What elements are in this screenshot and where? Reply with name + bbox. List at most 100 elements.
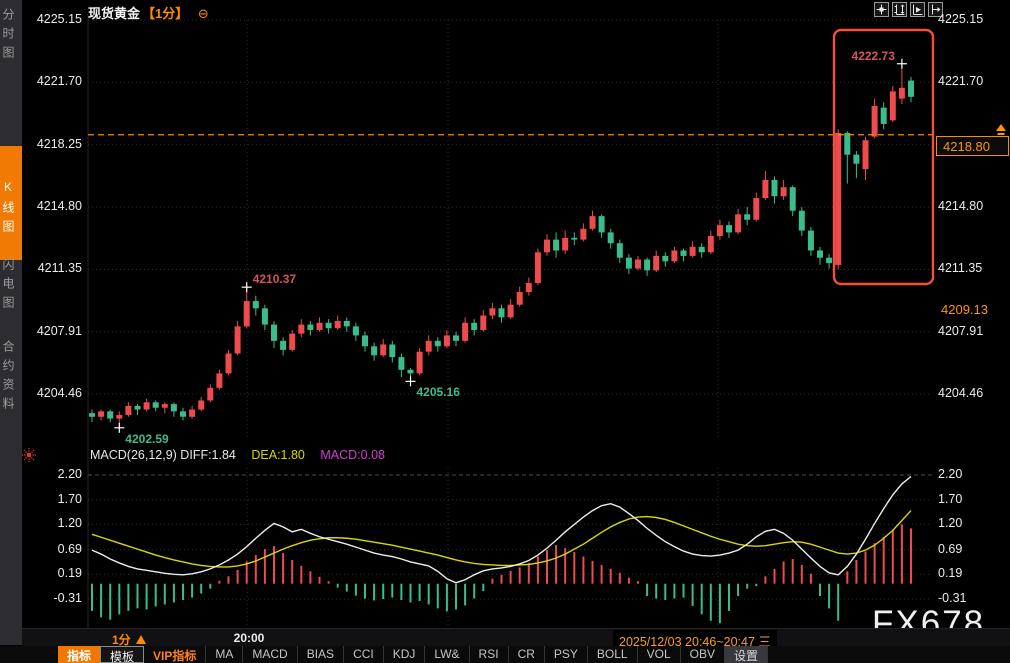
- footer-tab-8[interactable]: LW&: [425, 646, 469, 663]
- collapse-icon[interactable]: ⊖: [198, 6, 209, 21]
- candle-body: [644, 260, 650, 271]
- footer-tab-6[interactable]: CCI: [344, 646, 384, 663]
- candle-body: [890, 91, 896, 120]
- candle-body: [235, 326, 241, 353]
- candle-body: [881, 108, 887, 124]
- price-axis-label: 4221.70: [938, 74, 983, 88]
- candle-body: [244, 301, 250, 326]
- candle-body: [571, 238, 577, 240]
- footer-tab-3[interactable]: MA: [206, 646, 243, 663]
- footer-tab-5[interactable]: BIAS: [298, 646, 344, 663]
- price-axis-label: 4211.35: [938, 261, 982, 275]
- macd-dea-value: DEA:1.80: [251, 448, 305, 462]
- candle-body: [389, 344, 395, 357]
- candle-body: [462, 323, 468, 341]
- candle-body: [608, 232, 614, 243]
- axis-scale-icon[interactable]: [892, 2, 907, 17]
- price-axis-label: 0.19: [18, 566, 82, 580]
- candle-body: [562, 238, 568, 251]
- footer-tab-2[interactable]: VIP指标: [144, 646, 206, 663]
- candle-body: [162, 404, 168, 408]
- candle-body: [735, 214, 741, 232]
- time-axis-row: 1分 20:00 2025/12/03 20:46~20:47 三: [22, 628, 1010, 647]
- price-axis-label: 2.20: [18, 467, 82, 481]
- candle-body: [180, 411, 186, 416]
- candle-body: [98, 411, 104, 416]
- time-axis-label: 20:00: [227, 631, 271, 645]
- candle-body: [144, 402, 150, 409]
- candle-body: [844, 133, 850, 155]
- footer-tab-10[interactable]: CR: [509, 646, 545, 663]
- candle-body: [89, 413, 95, 417]
- price-axis-label: -0.31: [938, 591, 967, 605]
- candle-body: [553, 240, 559, 251]
- footer-tab-4[interactable]: MACD: [243, 646, 297, 663]
- chart-title: 现货黄金【1分】 ⊖: [88, 3, 209, 22]
- indicator-tab-bar: 指标模板VIP指标MAMACDBIASCCIKDJLW&RSICRPSYBOLL…: [0, 646, 1010, 663]
- candle-body: [599, 216, 605, 232]
- footer-tab-1[interactable]: 模板: [100, 646, 144, 663]
- candle-body: [262, 308, 268, 324]
- candle-body: [635, 260, 641, 269]
- candle-body: [489, 308, 495, 315]
- candle-body: [790, 187, 796, 210]
- macd-indicator-header: MACD(26,12,9) DIFF:1.84 DEA:1.80 MACD:0.…: [90, 448, 385, 462]
- candle-body: [753, 198, 759, 220]
- candle-body: [171, 404, 177, 411]
- footer-tab-11[interactable]: PSY: [545, 646, 588, 663]
- candle-body: [453, 335, 459, 340]
- chart-canvas[interactable]: [0, 0, 1010, 646]
- candle-body: [353, 326, 359, 335]
- candle-body: [426, 341, 432, 352]
- candle-body: [535, 252, 541, 283]
- highlight-box: [834, 30, 933, 284]
- footer-tab-9[interactable]: RSI: [470, 646, 509, 663]
- candle-body: [344, 321, 350, 326]
- candle-body: [781, 187, 787, 196]
- candle-body: [271, 325, 277, 341]
- price-axis-label: 0.69: [18, 542, 82, 556]
- candle-body: [444, 335, 450, 346]
- candle-body: [762, 180, 768, 198]
- candle-body: [226, 354, 232, 374]
- sidebar-item-3[interactable]: 合约资料: [0, 340, 22, 416]
- price-axis-label: 1.20: [938, 516, 962, 530]
- footer-tab-12[interactable]: BOLL: [588, 646, 638, 663]
- candle-body: [681, 250, 687, 255]
- price-axis-label: 4218.25: [18, 137, 82, 151]
- price-axis-label: 4207.91: [18, 324, 82, 338]
- price-annotation: 4202.59: [125, 432, 168, 446]
- price-axis-label: 4207.91: [938, 324, 983, 338]
- chart-toolbar: [874, 2, 943, 17]
- candle-body: [326, 323, 332, 328]
- price-axis-label: 4214.80: [938, 199, 983, 213]
- candle-body: [544, 240, 550, 253]
- candle-body: [580, 229, 586, 240]
- footer-tab-13[interactable]: VOL: [638, 646, 681, 663]
- crosshair-icon[interactable]: [874, 2, 889, 17]
- instrument-name: 现货黄金: [88, 6, 140, 21]
- candle-body: [362, 335, 368, 346]
- candle-body: [107, 411, 113, 418]
- candle-body: [471, 323, 477, 330]
- price-axis-label: 1.70: [938, 492, 962, 506]
- footer-tab-7[interactable]: KDJ: [384, 646, 426, 663]
- candle-body: [508, 305, 514, 318]
- price-annotation: 4205.16: [417, 385, 460, 399]
- footer-tab-0[interactable]: 指标: [58, 646, 100, 663]
- candle-body: [835, 133, 841, 265]
- footer-tab-15[interactable]: 设置: [725, 646, 768, 663]
- candle-body: [826, 258, 832, 263]
- candle-body: [717, 225, 723, 236]
- playback-icon[interactable]: [910, 2, 925, 17]
- footer-tab-14[interactable]: OBV: [681, 646, 725, 663]
- price-axis-label: 4221.70: [18, 74, 82, 88]
- price-axis-label: 0.19: [938, 566, 962, 580]
- candle-body: [417, 352, 423, 374]
- candle-body: [153, 402, 159, 407]
- candle-body: [480, 316, 486, 330]
- candle-body: [125, 406, 131, 415]
- candle-body: [772, 180, 778, 196]
- macd-marker-icon: [27, 453, 31, 457]
- candle-body: [380, 344, 386, 355]
